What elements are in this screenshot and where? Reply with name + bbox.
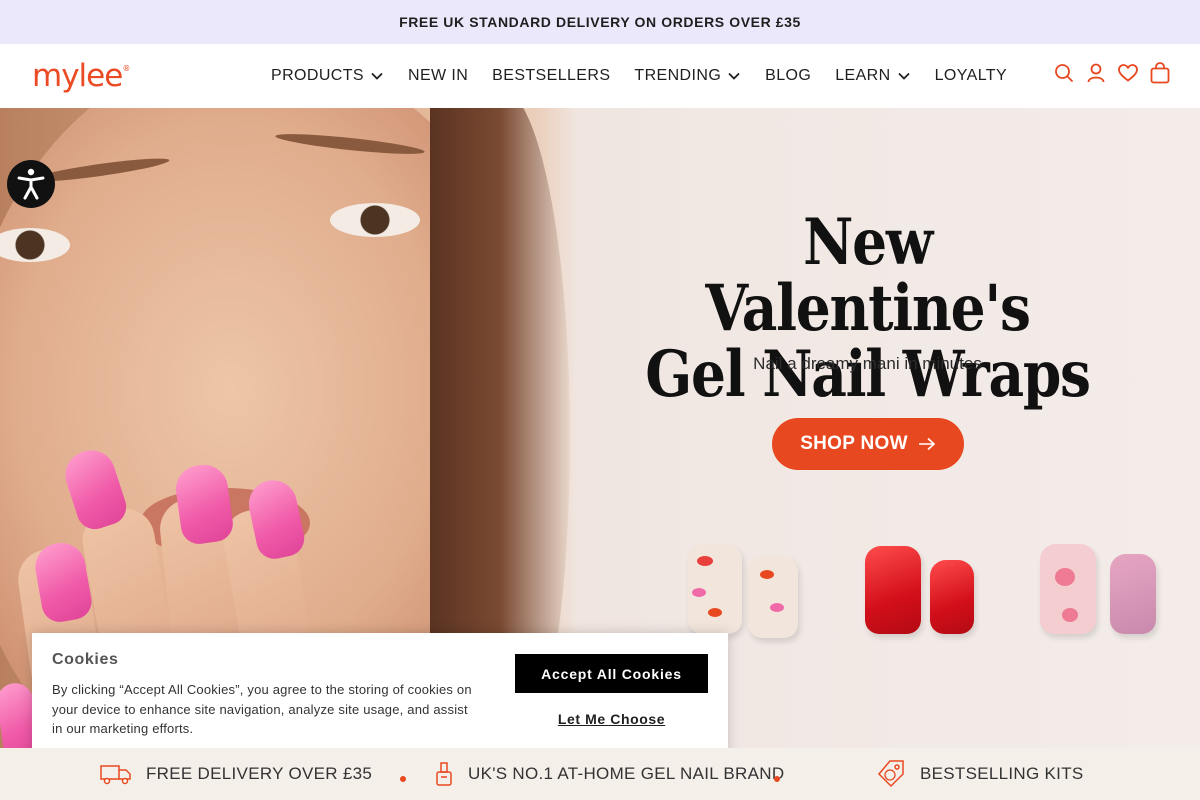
logo[interactable]: mylee®: [32, 58, 130, 94]
nav-new-in[interactable]: NEW IN: [408, 67, 468, 85]
delivery-truck-icon: [100, 765, 131, 785]
cookie-banner: Cookies By clicking “Accept All Cookies”…: [32, 633, 728, 767]
nav-loyalty[interactable]: LOYALTY: [935, 67, 1007, 85]
nav-products[interactable]: PRODUCTS: [271, 67, 384, 85]
usp-bestselling-kits: BESTSELLING KITS: [876, 748, 1084, 800]
nav-learn[interactable]: LEARN: [835, 67, 910, 85]
accessibility-button[interactable]: [7, 160, 55, 208]
hero-title: New Valentine's Gel Nail Wraps: [645, 205, 1091, 412]
usp-bar: FREE DELIVERY OVER £35 UK'S NO.1 AT-HOME…: [0, 748, 1200, 800]
main-nav: PRODUCTS NEW IN BESTSELLERS TRENDING BLO…: [271, 44, 1007, 108]
usp-separator-dot: [774, 776, 780, 782]
search-icon[interactable]: [1054, 62, 1074, 84]
wishlist-heart-icon[interactable]: [1118, 62, 1138, 84]
nav-bestsellers[interactable]: BESTSELLERS: [492, 67, 610, 85]
hero-subtitle: Nail a dreamy mani in minutes: [753, 354, 982, 373]
promo-text: FREE UK STANDARD DELIVERY ON ORDERS OVER…: [399, 14, 801, 30]
usp-uk-no1: UK'S NO.1 AT-HOME GEL NAIL BRAND: [434, 748, 784, 800]
let-me-choose-link[interactable]: Let Me Choose: [515, 711, 708, 727]
usp-separator-dot: [400, 776, 406, 782]
arrow-right-icon: [918, 437, 935, 451]
usp-free-delivery: FREE DELIVERY OVER £35: [100, 748, 372, 800]
chevron-down-icon: [728, 72, 740, 80]
cart-bag-icon[interactable]: [1150, 62, 1170, 84]
site-header: mylee® PRODUCTS NEW IN BESTSELLERS TREND…: [0, 44, 1200, 108]
nav-trending[interactable]: TRENDING: [634, 67, 741, 85]
chevron-down-icon: [371, 72, 383, 80]
nav-blog[interactable]: BLOG: [765, 67, 811, 85]
account-icon[interactable]: [1086, 62, 1106, 84]
shop-now-button[interactable]: SHOP NOW: [772, 418, 964, 470]
nail-polish-bottle-icon: [436, 762, 452, 786]
cookie-title: Cookies: [52, 651, 119, 668]
price-tag-icon: [877, 760, 904, 788]
promo-bar: FREE UK STANDARD DELIVERY ON ORDERS OVER…: [0, 0, 1200, 44]
cookie-text: By clicking “Accept All Cookies”, you ag…: [52, 682, 472, 736]
accessibility-icon: [17, 168, 45, 200]
header-icons: [1054, 62, 1170, 84]
chevron-down-icon: [897, 72, 910, 80]
accept-all-cookies-button[interactable]: Accept All Cookies: [515, 654, 708, 693]
